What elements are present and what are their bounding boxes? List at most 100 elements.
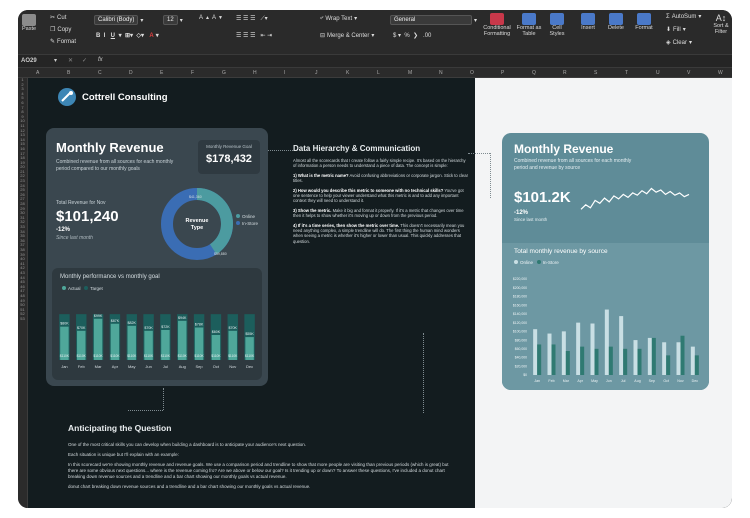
x-tick-label: Jul [163, 364, 168, 369]
card-title: Monthly Revenue [56, 140, 164, 155]
grow-font-button[interactable]: A ▲ A ▼ [199, 15, 223, 21]
bar-target-label: $110K [77, 354, 87, 358]
instore-bar [694, 355, 699, 375]
column-header[interactable]: H [253, 70, 257, 76]
column-header[interactable]: D [129, 70, 133, 76]
column-header[interactable]: C [98, 70, 102, 76]
online-bar [690, 346, 695, 375]
column-header[interactable]: B [67, 70, 70, 76]
column-header[interactable]: I [284, 70, 285, 76]
x-tick-label: Mar [563, 379, 570, 383]
row-headers: 1 2 3 4 5 6 7 8 9 10 11 12 13 14 15 16 17 18 19 20 21 22 23 24 2… [18, 78, 28, 508]
column-header[interactable]: P [501, 70, 504, 76]
x-tick-label: Aug [179, 364, 186, 369]
clipboard-icon [22, 14, 37, 26]
format-button[interactable]: Format [632, 13, 656, 31]
worksheet[interactable]: Cottrell Consulting Monthly Revenue Comb… [28, 78, 732, 508]
bar-chart-legend: Actual Target [62, 286, 103, 291]
copy-button[interactable]: ❐ Copy [50, 26, 71, 34]
column-header[interactable]: L [377, 70, 380, 76]
cancel-icon[interactable]: ✕ [68, 57, 73, 64]
since-label: Since last month [514, 217, 548, 222]
number-buttons[interactable]: $ ▾ % ❯ .00 [393, 32, 431, 39]
name-box-chevron-icon: ▾ [54, 58, 58, 64]
fill-icon: ⬇ [666, 27, 672, 33]
connector-line [490, 153, 491, 198]
x-tick-label: Oct [213, 364, 220, 369]
column-header[interactable]: A [36, 70, 39, 76]
column-header[interactable]: O [470, 70, 474, 76]
font-size-select[interactable]: 12 ▾ [163, 15, 183, 25]
connector-line [163, 388, 164, 410]
instore-bar [537, 344, 542, 375]
font-style-buttons[interactable]: B I U ▾ ⊞▾ ◇▾ A ▾ [96, 32, 159, 40]
y-tick-label: $40,000 [515, 356, 527, 360]
monthly-revenue-card-dark: Monthly Revenue Combined revenue from al… [46, 128, 268, 386]
card-subtitle: Combined revenue from all sources for ea… [514, 158, 632, 171]
chevron-down-icon: ▾ [179, 17, 183, 24]
insert-button[interactable]: Insert [576, 13, 600, 31]
column-header[interactable]: E [160, 70, 163, 76]
bar-target-label: $110K [144, 354, 154, 358]
online-bar [662, 342, 667, 375]
column-header[interactable]: M [408, 70, 412, 76]
number-format-select[interactable]: General ▾ [390, 15, 477, 25]
column-header[interactable]: W [718, 70, 723, 76]
column-header[interactable]: V [687, 70, 690, 76]
row-header[interactable]: 53 [18, 316, 27, 322]
y-tick-label: $20,000 [515, 364, 527, 368]
wrap-text-button[interactable]: ⤶ Wrap Text ▾ [320, 15, 357, 22]
merge-center-button[interactable]: ⊟ Merge & Center ▾ [320, 32, 374, 40]
styles-icon [550, 13, 564, 25]
align-top-buttons[interactable]: ☰ ☰ ☰ ⟋▾ [236, 15, 268, 23]
paste-button[interactable]: Paste [22, 14, 36, 32]
cut-button[interactable]: ✂ Cut [50, 14, 66, 22]
data-hierarchy-text: Data Hierarchy & Communication Almost al… [293, 144, 468, 248]
x-tick-label: Apr [112, 364, 119, 369]
sort-icon: A↕ [715, 13, 727, 23]
column-header[interactable]: U [656, 70, 660, 76]
cell-styles-button[interactable]: Cell Styles [545, 13, 569, 37]
conditional-formatting-button[interactable]: Conditional Formatting [481, 13, 513, 37]
column-header[interactable]: T [625, 70, 628, 76]
online-bar [590, 323, 595, 375]
online-bar [604, 309, 609, 375]
formula-input[interactable] [114, 57, 724, 66]
total-value: $101.2K [514, 189, 571, 206]
align-bottom-buttons[interactable]: ☰ ☰ ☰ ⇤ ⇥ [236, 32, 272, 39]
name-box[interactable]: AO29 [21, 58, 37, 64]
confirm-icon[interactable]: ✓ [82, 57, 87, 64]
legend-instore: In-Store [236, 220, 258, 227]
y-tick-label: $180,000 [513, 295, 527, 299]
donut-center-label-2: Type [191, 225, 203, 231]
x-tick-label: Jan [534, 379, 540, 383]
x-tick-label: Mar [95, 364, 103, 369]
y-tick-label: $80,000 [515, 338, 527, 342]
column-header[interactable]: K [346, 70, 349, 76]
column-header[interactable]: S [594, 70, 597, 76]
column-header[interactable]: R [563, 70, 567, 76]
delete-icon [609, 13, 623, 25]
column-header[interactable]: Q [532, 70, 536, 76]
column-header[interactable]: N [439, 70, 443, 76]
clear-button[interactable]: ◈ Clear ▾ [666, 39, 692, 47]
column-header[interactable]: J [315, 70, 318, 76]
autosum-button[interactable]: Σ AutoSum ▾ [666, 13, 701, 21]
column-header[interactable]: G [222, 70, 226, 76]
delete-button[interactable]: Delete [604, 13, 628, 31]
sort-filter-button[interactable]: A↕ Sort & Filter [710, 13, 732, 35]
paragraph: Almost all the scorecards that I create … [293, 158, 466, 169]
fx-icon[interactable]: fx [98, 57, 103, 63]
section-heading: Data Hierarchy & Communication [293, 144, 421, 153]
online-bar [647, 337, 652, 375]
bar-value-label: $80K [60, 322, 69, 326]
fill-button[interactable]: ⬇ Fill ▾ [666, 26, 686, 34]
font-name-select[interactable]: Calibri (Body) ▾ [94, 15, 143, 25]
column-headers: A B C D E F G H I J K L M N O P Q R S T U V W [18, 68, 732, 78]
legend-dot-icon [236, 221, 240, 225]
excel-window: Paste ✂ Cut ❐ Copy ✎ Format Calibri (Body) ▾… [18, 10, 732, 508]
format-as-table-button[interactable]: Format as Table [516, 13, 542, 37]
y-tick-label: $0 [523, 373, 527, 377]
format-painter-button[interactable]: ✎ Format [50, 38, 76, 46]
column-header[interactable]: F [191, 70, 194, 76]
